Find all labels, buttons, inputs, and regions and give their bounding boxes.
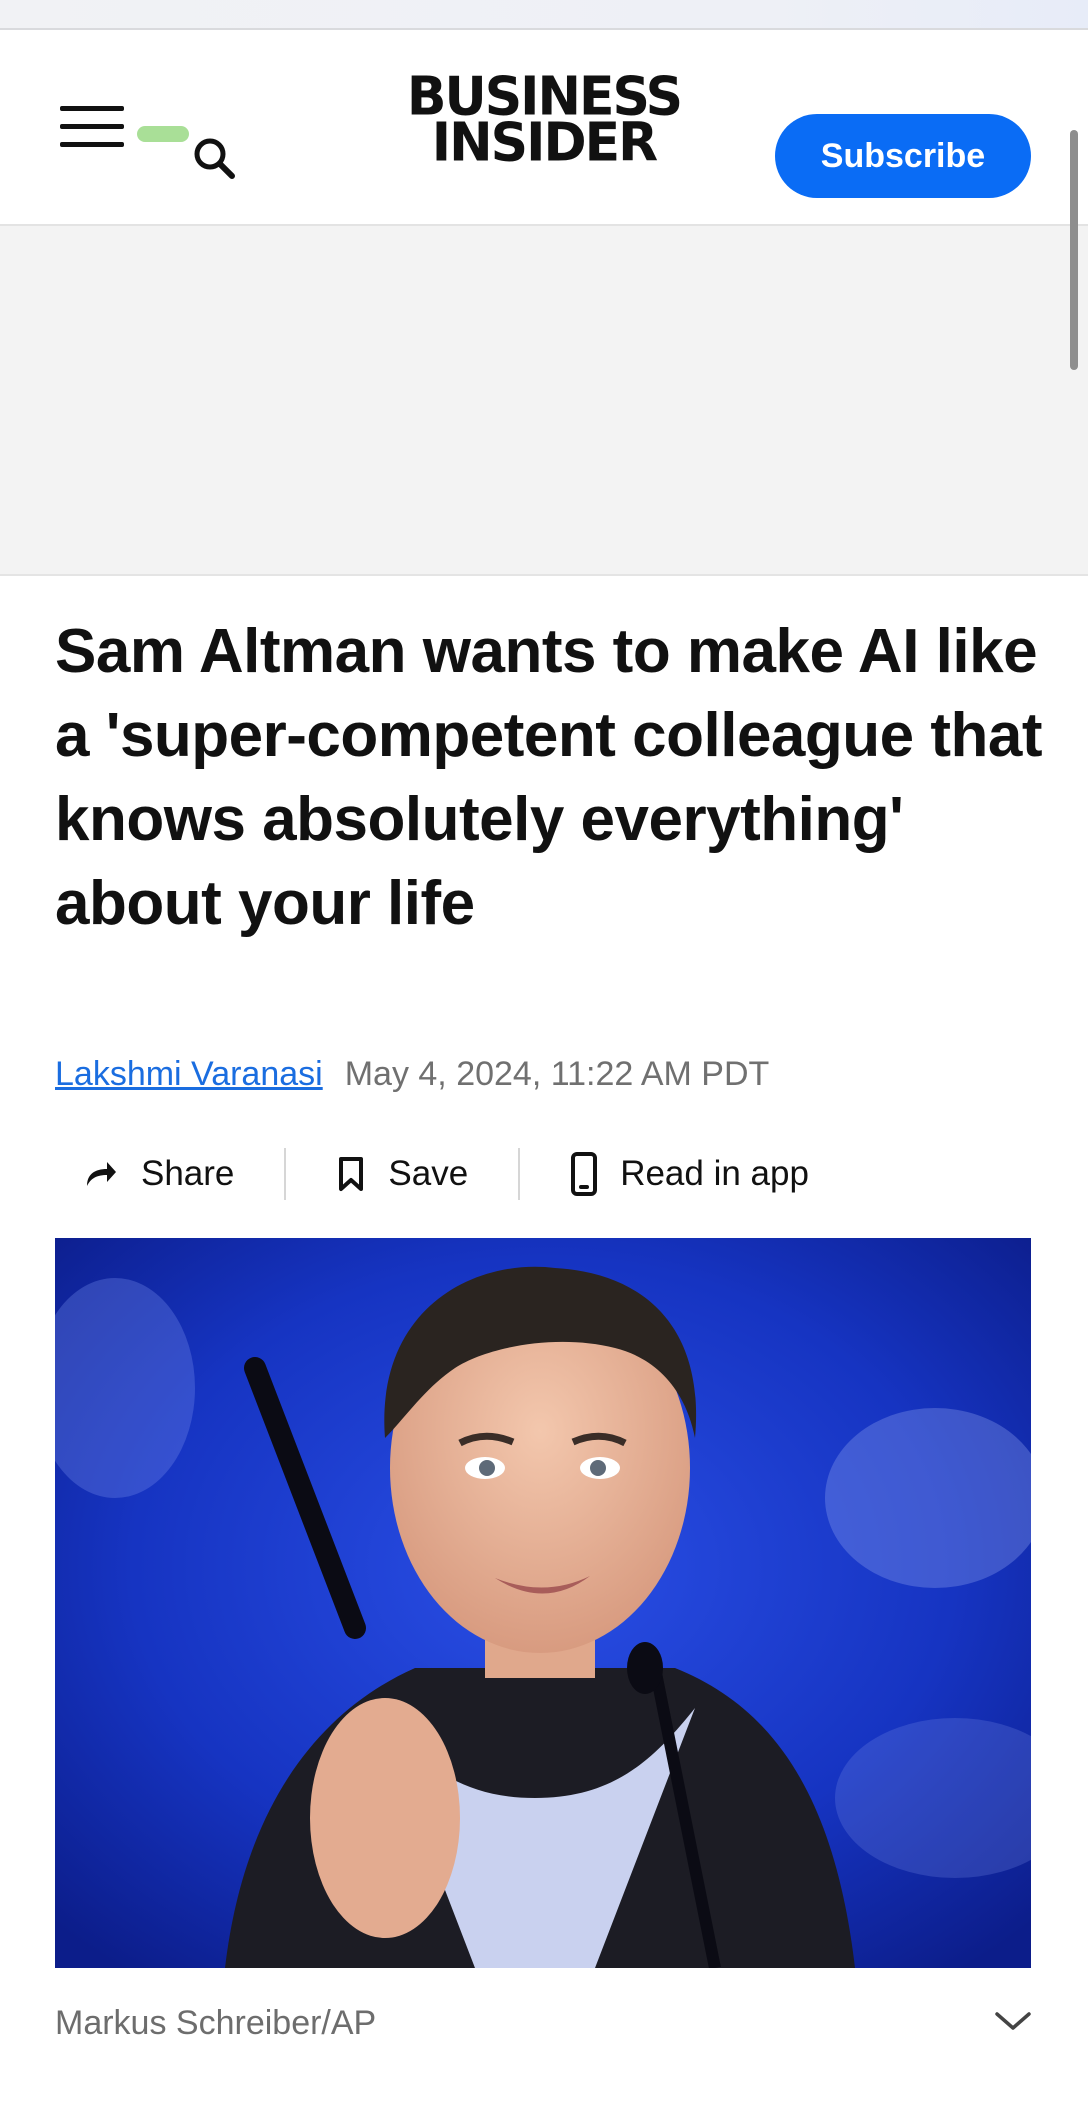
publish-date: May 4, 2024, 11:22 AM PDT [344, 1054, 770, 1093]
ad-placeholder [0, 226, 1088, 576]
read-in-app-button[interactable]: Read in app [520, 1138, 809, 1210]
article-photo[interactable] [55, 1238, 1031, 1968]
save-button[interactable]: Save [286, 1138, 518, 1210]
site-header: BUSINESS INSIDER Subscribe [0, 30, 1088, 226]
logo-line-2: INSIDER [431, 112, 658, 174]
chevron-down-icon[interactable] [993, 2006, 1033, 2036]
share-icon [87, 1162, 116, 1186]
portrait-illustration [55, 1238, 1031, 1968]
search-icon[interactable] [190, 134, 238, 182]
read-in-app-label: Read in app [620, 1154, 809, 1193]
menu-icon[interactable] [60, 106, 124, 148]
share-label: Share [141, 1154, 235, 1193]
subscribe-button[interactable]: Subscribe [775, 114, 1031, 198]
scrollbar-thumb[interactable] [1070, 130, 1078, 370]
annotation-mark [137, 126, 189, 142]
share-button[interactable]: Share [55, 1138, 284, 1210]
phone-icon [571, 1152, 598, 1196]
article-actions: Share Save Read in app [55, 1138, 809, 1210]
site-logo[interactable]: BUSINESS INSIDER [382, 70, 706, 174]
photo-credit: Markus Schreiber/AP [55, 2004, 377, 2042]
browser-top-strip [0, 0, 1088, 30]
byline: Lakshmi Varanasi May 4, 2024, 11:22 AM P… [55, 1052, 769, 1096]
article-headline: Sam Altman wants to make AI like a 'supe… [55, 617, 1043, 938]
bookmark-icon [339, 1157, 364, 1191]
photo-caption-row: Markus Schreiber/AP [55, 1996, 1035, 2048]
author-link[interactable]: Lakshmi Varanasi [55, 1055, 323, 1094]
save-label: Save [388, 1154, 469, 1193]
